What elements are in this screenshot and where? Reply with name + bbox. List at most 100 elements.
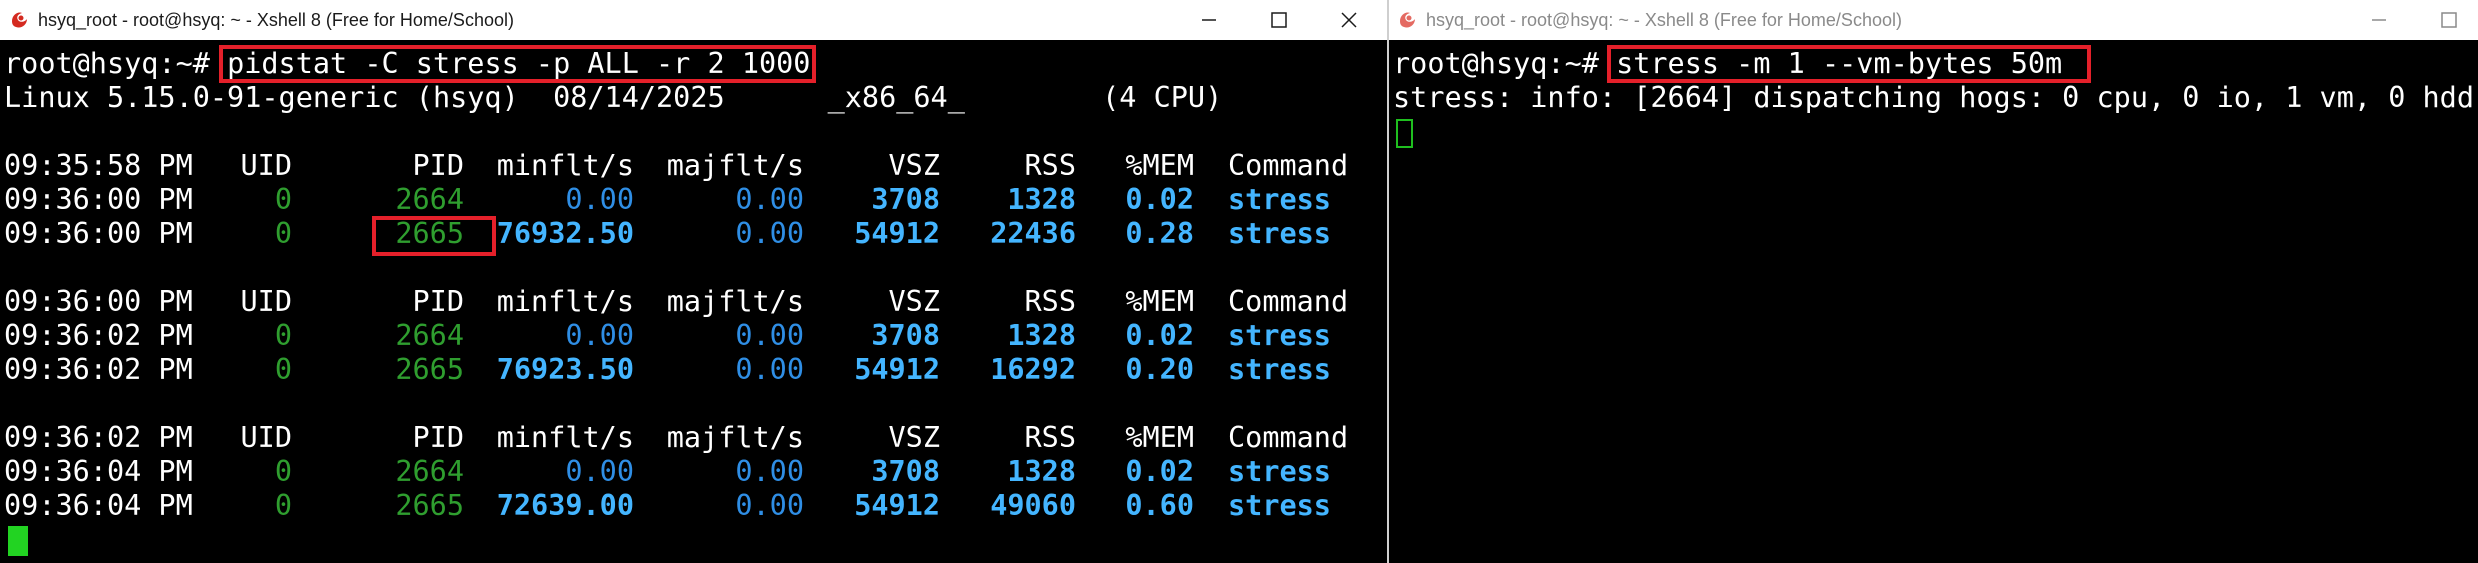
row-minflt: 76923.50 [496, 353, 634, 386]
row-time: 09:36:02 PM [4, 353, 193, 386]
row-minflt: 0.00 [565, 455, 634, 488]
row-rss: 1328 [1007, 183, 1076, 216]
prompt: root@hsyq:~# [4, 47, 228, 80]
header-minflt: minflt/s [496, 421, 634, 454]
header-rss: RSS [1024, 421, 1076, 454]
maximize-button[interactable] [2414, 0, 2478, 40]
maximize-icon [2441, 12, 2457, 28]
stress-output-line: stress: info: [2664] dispatching hogs: 0… [1393, 81, 2474, 114]
header-time: 09:36:00 PM [4, 285, 193, 318]
row-majflt: 0.00 [735, 455, 804, 488]
row-pid: 2665 [395, 353, 464, 386]
header-rss: RSS [1024, 149, 1076, 182]
close-icon [1341, 12, 1357, 28]
row-rss: 49060 [990, 489, 1076, 522]
row-pid: 2665 [395, 489, 464, 522]
header-mem: %MEM [1125, 421, 1194, 454]
row-majflt: 0.00 [735, 217, 804, 250]
window-title: hsyq_root - root@hsyq: ~ - Xshell 8 (Fre… [38, 10, 514, 30]
prompt: root@hsyq:~# [1393, 47, 1617, 80]
row-vsz: 54912 [854, 217, 940, 250]
row-time: 09:36:02 PM [4, 319, 193, 352]
header-majflt: majflt/s [666, 149, 804, 182]
row-minflt: 0.00 [565, 183, 634, 216]
row-vsz: 3708 [871, 319, 940, 352]
header-minflt: minflt/s [496, 285, 634, 318]
command-highlight-box [219, 45, 816, 83]
row-vsz: 3708 [871, 183, 940, 216]
maximize-icon [1271, 12, 1287, 28]
row-majflt: 0.00 [735, 183, 804, 216]
row-command: stress [1228, 183, 1331, 216]
row-command: stress [1228, 217, 1331, 250]
header-command: Command [1228, 421, 1349, 454]
row-rss: 1328 [1007, 455, 1076, 488]
row-pid: 2664 [395, 183, 464, 216]
row-mem: 0.28 [1125, 217, 1194, 250]
minimize-button[interactable] [2344, 0, 2414, 40]
close-button[interactable] [1314, 0, 1384, 40]
header-mem: %MEM [1125, 285, 1194, 318]
header-majflt: majflt/s [666, 421, 804, 454]
terminal-cursor [1396, 119, 1413, 148]
row-command: stress [1228, 489, 1331, 522]
row-uid: 0 [274, 455, 292, 488]
terminal-area[interactable]: root@hsyq:~# stress -m 1 --vm-bytes 50m … [1389, 40, 2478, 563]
header-vsz: VSZ [888, 421, 940, 454]
row-time: 09:36:00 PM [4, 183, 193, 216]
header-pid: PID [412, 149, 464, 182]
row-majflt: 0.00 [735, 353, 804, 386]
row-time: 09:36:04 PM [4, 455, 193, 488]
title-bar[interactable]: hsyq_root - root@hsyq: ~ - Xshell 8 (Fre… [0, 0, 1387, 40]
minimize-icon [1202, 19, 1216, 21]
row-uid: 0 [274, 319, 292, 352]
terminal-area[interactable]: root@hsyq:~# pidstat -C stress -p ALL -r… [0, 40, 1387, 563]
header-pid: PID [412, 421, 464, 454]
row-minflt: 72639.00 [496, 489, 634, 522]
left-terminal-window: hsyq_root - root@hsyq: ~ - Xshell 8 (Fre… [0, 0, 1387, 563]
header-command: Command [1228, 285, 1349, 318]
header-time: 09:36:02 PM [4, 421, 193, 454]
header-rss: RSS [1024, 285, 1076, 318]
header-minflt: minflt/s [496, 149, 634, 182]
row-mem: 0.02 [1125, 183, 1194, 216]
row-vsz: 54912 [854, 489, 940, 522]
row-mem: 0.20 [1125, 353, 1194, 386]
header-uid: UID [240, 285, 292, 318]
row-uid: 0 [274, 489, 292, 522]
row-mem: 0.02 [1125, 319, 1194, 352]
row-majflt: 0.00 [735, 319, 804, 352]
maximize-button[interactable] [1244, 0, 1314, 40]
header-command: Command [1228, 149, 1349, 182]
row-mem: 0.60 [1125, 489, 1194, 522]
header-vsz: VSZ [888, 285, 940, 318]
right-terminal-window: hsyq_root - root@hsyq: ~ - Xshell 8 (Fre… [1389, 0, 2478, 563]
terminal-cursor [8, 526, 28, 556]
row-majflt: 0.00 [735, 489, 804, 522]
row-uid: 0 [274, 217, 292, 250]
window-title: hsyq_root - root@hsyq: ~ - Xshell 8 (Fre… [1426, 10, 1902, 30]
row-time: 09:36:04 PM [4, 489, 193, 522]
row-rss: 16292 [990, 353, 1076, 386]
row-uid: 0 [274, 183, 292, 216]
title-bar[interactable]: hsyq_root - root@hsyq: ~ - Xshell 8 (Fre… [1389, 0, 2478, 40]
row-pid: 2664 [395, 455, 464, 488]
pid-highlight-box [372, 216, 496, 256]
row-vsz: 3708 [871, 455, 940, 488]
command-highlight-box [1607, 45, 2091, 83]
row-command: stress [1228, 353, 1331, 386]
row-command: stress [1228, 455, 1331, 488]
row-mem: 0.02 [1125, 455, 1194, 488]
header-pid: PID [412, 285, 464, 318]
row-minflt: 0.00 [565, 319, 634, 352]
header-mem: %MEM [1125, 149, 1194, 182]
row-uid: 0 [274, 353, 292, 386]
minimize-button[interactable] [1174, 0, 1244, 40]
minimize-icon [2372, 19, 2386, 21]
xshell-logo-icon [12, 12, 27, 28]
header-majflt: majflt/s [666, 285, 804, 318]
header-vsz: VSZ [888, 149, 940, 182]
row-rss: 1328 [1007, 319, 1076, 352]
header-uid: UID [240, 149, 292, 182]
sysinfo-line: Linux 5.15.0-91-generic (hsyq) 08/14/202… [4, 81, 1223, 114]
